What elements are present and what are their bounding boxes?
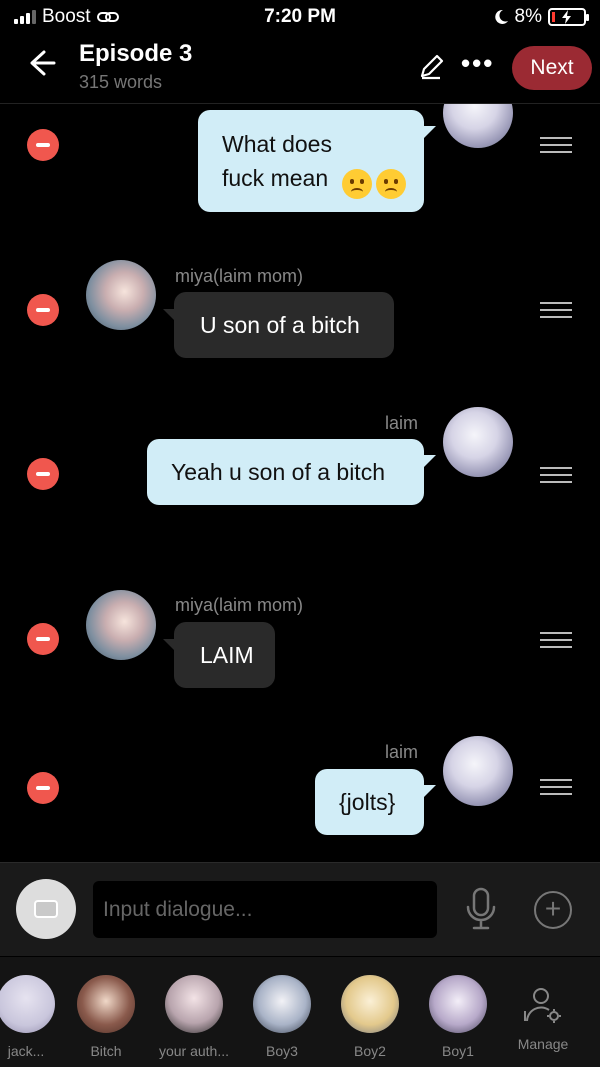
bubble-tail [424, 126, 436, 138]
character-avatar [0, 975, 55, 1033]
avatar[interactable] [86, 260, 156, 330]
manage-characters-button[interactable]: Manage [513, 985, 573, 1052]
drag-handle[interactable] [540, 302, 572, 320]
character-strip: jack... Bitch your auth... Boy3 Boy2 Boy… [0, 957, 600, 1067]
pencil-icon [420, 54, 444, 80]
microphone-button[interactable] [464, 887, 498, 931]
character-label: Boy1 [442, 1043, 474, 1059]
user-settings-icon [524, 988, 561, 1023]
status-bar: Boost 7:20 PM 8% [0, 0, 600, 34]
avatar[interactable] [443, 736, 513, 806]
character-label: Bitch [90, 1043, 122, 1059]
battery-percent: 8% [514, 6, 542, 27]
drag-handle[interactable] [540, 467, 572, 485]
character-avatar [165, 975, 223, 1033]
dialogue-type-button[interactable] [16, 879, 76, 939]
character-label: your auth... [158, 1043, 230, 1059]
message-text: U son of a bitch [200, 312, 360, 338]
character-avatar [77, 975, 135, 1033]
character-item[interactable]: your auth... [158, 975, 230, 1059]
battery-icon [548, 8, 589, 26]
message-text: LAIM [200, 642, 254, 668]
episode-header: Episode 3 315 words ••• Next [0, 34, 600, 104]
message-bubble[interactable]: What does fuck mean [198, 110, 424, 212]
manage-label: Manage [517, 1036, 569, 1052]
message-text: {jolts} [339, 789, 396, 815]
delete-message-button[interactable] [27, 772, 59, 804]
dialogue-input[interactable] [93, 881, 437, 938]
character-item[interactable]: Boy3 [246, 975, 318, 1059]
character-label: Boy3 [266, 1043, 298, 1059]
arrow-left-icon [30, 50, 56, 76]
drag-handle[interactable] [540, 779, 572, 797]
moon-icon [494, 9, 508, 24]
avatar[interactable] [443, 104, 513, 148]
speaker-name: miya(laim mom) [175, 595, 303, 615]
frowning-face-icon [376, 169, 406, 199]
character-item[interactable]: Bitch [70, 975, 142, 1059]
message-bubble[interactable]: {jolts} [315, 769, 424, 835]
bubble-tail [424, 455, 436, 467]
character-avatar [429, 975, 487, 1033]
speaker-name: laim [385, 413, 419, 433]
drag-handle[interactable] [540, 632, 572, 650]
character-item[interactable]: Boy1 [422, 975, 494, 1059]
avatar[interactable] [86, 590, 156, 660]
add-button[interactable]: + [534, 891, 572, 929]
input-bar: + [0, 862, 600, 956]
character-label: jack... [7, 1043, 45, 1059]
message-text: Yeah u son of a bitch [171, 459, 385, 485]
speaker-name: laim [385, 742, 419, 762]
avatar[interactable] [443, 407, 513, 477]
bubble-tail [424, 785, 436, 797]
character-item[interactable]: Boy2 [334, 975, 406, 1059]
next-button[interactable]: Next [512, 46, 592, 90]
speaker-name: miya(laim mom) [175, 266, 303, 286]
character-avatar [341, 975, 399, 1033]
word-count: 315 words [79, 72, 163, 92]
message-bubble[interactable]: LAIM [174, 622, 275, 688]
edit-button[interactable] [416, 52, 448, 84]
status-right: 8% [493, 6, 589, 28]
message-bubble[interactable]: Yeah u son of a bitch [147, 439, 424, 505]
delete-message-button[interactable] [27, 623, 59, 655]
page-title: Episode 3 [79, 40, 193, 67]
delete-message-button[interactable] [27, 458, 59, 490]
more-options-button[interactable]: ••• [461, 48, 494, 79]
delete-message-button[interactable] [27, 129, 59, 161]
back-button[interactable] [24, 46, 64, 86]
chat-bubble-icon [34, 900, 58, 918]
message-bubble[interactable]: U son of a bitch [174, 292, 394, 358]
delete-message-button[interactable] [27, 294, 59, 326]
frowning-face-icon [342, 169, 372, 199]
microphone-icon [466, 887, 496, 930]
dialogue-list: What does fuck mean miya(laim mom) U son… [0, 104, 600, 862]
character-label: Boy2 [354, 1043, 386, 1059]
character-item[interactable]: jack... [0, 975, 62, 1059]
drag-handle[interactable] [540, 137, 572, 155]
character-avatar [253, 975, 311, 1033]
